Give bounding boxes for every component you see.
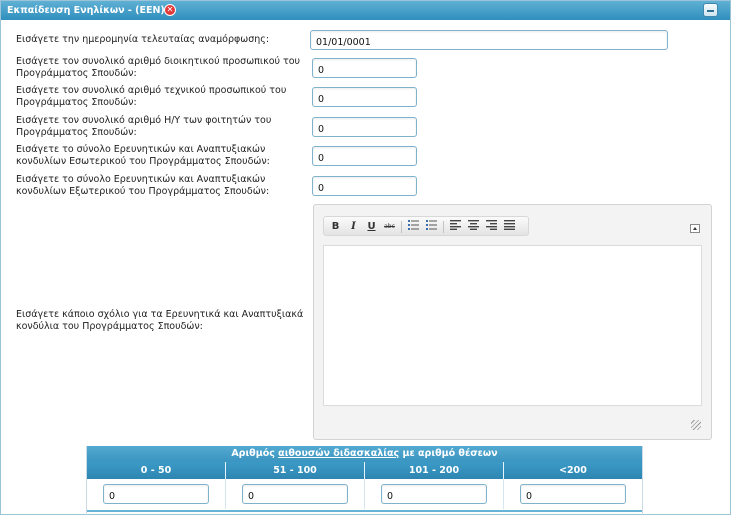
internal-research-funds-input[interactable] — [312, 146, 417, 166]
align-left-icon[interactable] — [448, 220, 463, 233]
classrooms-link[interactable]: αιθουσών διδασκαλίας — [278, 448, 399, 459]
rooms-over-200-input[interactable] — [520, 484, 626, 504]
underline-button[interactable]: U — [364, 220, 379, 233]
align-right-icon[interactable] — [484, 220, 499, 233]
table-bottom-border — [87, 510, 642, 512]
classroom-title-prefix: Αριθμός — [231, 448, 279, 459]
last-reform-date-label: Εισάγετε την ημερομηνία τελευταίας αναμό… — [16, 34, 270, 45]
table-cell — [87, 479, 226, 509]
rooms-51-100-input[interactable] — [242, 484, 348, 504]
external-research-funds-label: Εισάγετε το σύνολο Ερευνητικών και Αναπτ… — [16, 174, 270, 197]
numbered-list-icon[interactable] — [424, 220, 439, 233]
student-computers-label: Εισάγετε τον συνολικό αριθμό Η/Υ των φοι… — [16, 115, 272, 138]
rooms-0-50-input[interactable] — [103, 484, 209, 504]
panel-header: Εκπαίδευση Ενηλίκων - (EEN) ✕ — [1, 1, 730, 20]
table-cell — [365, 479, 504, 509]
close-icon[interactable]: ✕ — [164, 4, 176, 16]
external-research-funds-input[interactable] — [312, 176, 417, 196]
last-reform-date-input[interactable] — [310, 30, 668, 50]
minus-icon — [707, 10, 714, 12]
column-header-101-200: 101 - 200 — [365, 462, 504, 479]
internal-research-funds-label: Εισάγετε το σύνολο Ερευνητικών και Αναπτ… — [16, 144, 270, 167]
classroom-seats-table: Αριθμός αιθουσών διδασκαλίας με αριθμό θ… — [86, 446, 643, 515]
toolbar-separator — [443, 221, 444, 233]
collapse-button[interactable] — [703, 3, 718, 17]
align-justify-icon[interactable] — [502, 220, 517, 233]
column-header-51-100: 51 - 100 — [226, 462, 365, 479]
table-cell — [226, 479, 365, 509]
technical-staff-label: Εισάγετε τον συνολικό αριθμό τεχνικού πρ… — [16, 85, 287, 108]
admin-staff-label: Εισάγετε τον συνολικό αριθμό διοικητικού… — [16, 56, 301, 79]
rooms-101-200-input[interactable] — [381, 484, 487, 504]
align-center-icon[interactable] — [466, 220, 481, 233]
editor-toolbar: B I U abc — [323, 216, 529, 236]
comment-editor: B I U abc — [313, 204, 712, 440]
student-computers-input[interactable] — [312, 117, 417, 137]
adult-education-panel: Εκπαίδευση Ενηλίκων - (EEN) ✕ Εισάγετε τ… — [0, 0, 731, 515]
admin-staff-input[interactable] — [312, 58, 417, 78]
classroom-table-title: Αριθμός αιθουσών διδασκαλίας με αριθμό θ… — [87, 446, 642, 462]
expand-toolbar-icon[interactable] — [690, 224, 700, 233]
comment-label: Εισάγετε κάποιο σχόλιο για τα Ερευνητικά… — [16, 309, 304, 332]
italic-button[interactable]: I — [346, 220, 361, 233]
strikethrough-button[interactable]: abc — [382, 220, 397, 233]
comment-textarea[interactable] — [323, 245, 702, 406]
bullet-list-icon[interactable] — [406, 220, 421, 233]
bold-button[interactable]: B — [328, 220, 343, 233]
table-cell — [504, 479, 642, 509]
technical-staff-input[interactable] — [312, 87, 417, 107]
toolbar-separator — [401, 221, 402, 233]
panel-title: Εκπαίδευση Ενηλίκων - (EEN) — [7, 5, 165, 16]
resize-grip-icon[interactable] — [691, 420, 701, 430]
column-header-0-50: 0 - 50 — [87, 462, 226, 479]
classroom-title-suffix: με αριθμό θέσεων — [399, 448, 498, 459]
column-header-over-200: <200 — [504, 462, 642, 479]
